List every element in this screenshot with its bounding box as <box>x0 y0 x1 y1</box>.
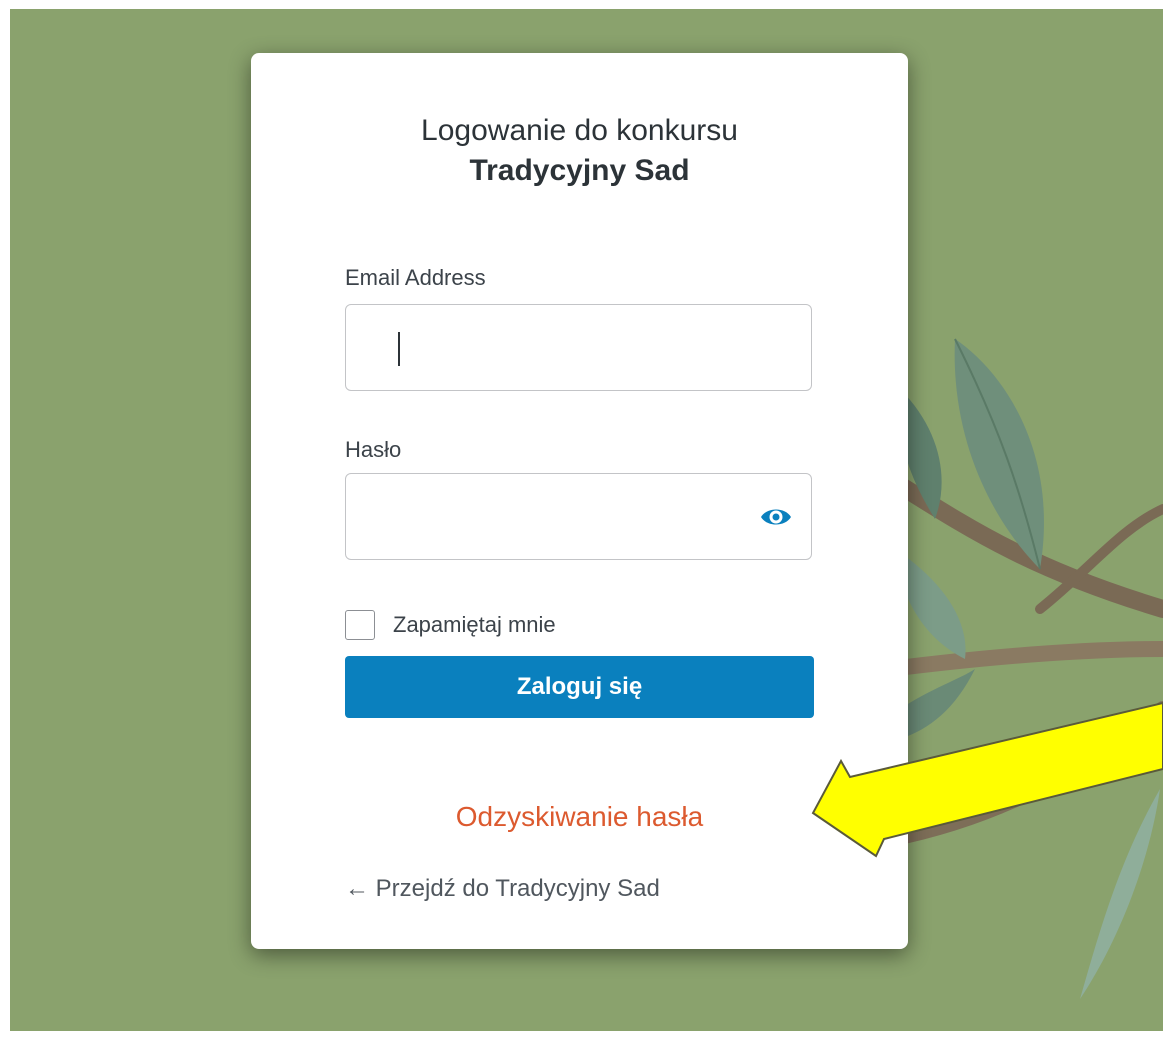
page-background: Logowanie do konkursu Tradycyjny Sad Ema… <box>10 9 1163 1031</box>
login-button[interactable]: Zaloguj się <box>345 656 814 718</box>
remember-checkbox[interactable] <box>345 610 375 640</box>
recover-password-link[interactable]: Odzyskiwanie hasła <box>251 801 908 833</box>
email-label: Email Address <box>345 265 486 290</box>
back-to-site-link[interactable]: ← Przejdź do Tradycyjny Sad <box>345 875 660 903</box>
password-field[interactable] <box>345 473 812 560</box>
remember-label: Zapamiętaj mnie <box>393 612 556 637</box>
eye-icon[interactable] <box>759 501 793 533</box>
text-caret <box>398 332 400 366</box>
password-label: Hasło <box>345 437 402 462</box>
heading-line1: Logowanie do konkursu <box>421 114 738 147</box>
heading-line2: Tradycyjny Sad <box>469 154 690 187</box>
remember-me: Zapamiętaj mnie <box>345 609 556 641</box>
email-field[interactable] <box>345 304 812 391</box>
login-card: Logowanie do konkursu Tradycyjny Sad Ema… <box>251 53 908 949</box>
login-heading: Logowanie do konkursu Tradycyjny Sad <box>251 111 908 191</box>
